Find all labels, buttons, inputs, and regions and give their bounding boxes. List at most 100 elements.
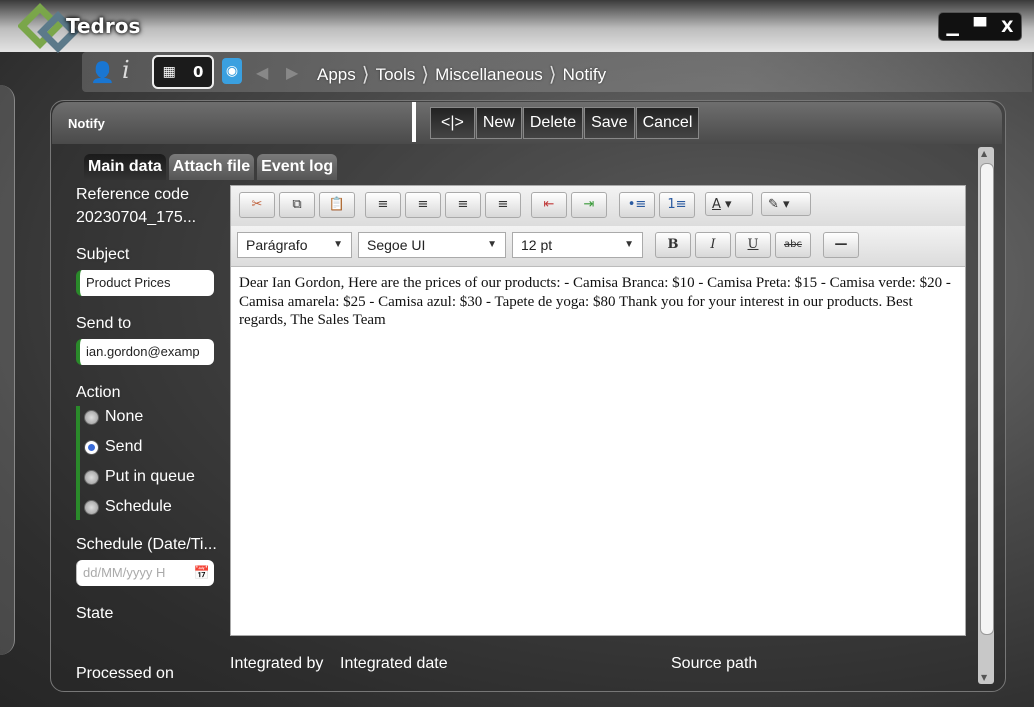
notification-count: 0 xyxy=(192,63,204,81)
schedule-input[interactable]: dd/MM/yyyy H 📅 xyxy=(76,560,214,586)
bold-icon[interactable]: B xyxy=(655,232,691,258)
window-controls: ▁ ▀ X xyxy=(938,12,1022,41)
vertical-scrollbar[interactable]: ▲ ▼ xyxy=(978,147,994,684)
tab-event-log[interactable]: Event log xyxy=(257,154,338,180)
radio-dot xyxy=(84,409,99,425)
radio-send-label: Send xyxy=(105,438,143,455)
user-icon[interactable]: 👤 xyxy=(90,60,115,84)
radio-send[interactable]: Send xyxy=(84,438,142,456)
cut-icon[interactable]: ✂ xyxy=(239,192,275,218)
editor-toolbar-row2: Parágrafo ▼ Segoe UI ▼ 12 pt ▼ B I U abc… xyxy=(231,226,965,267)
font-value: Segoe UI xyxy=(367,237,426,253)
paste-icon[interactable]: 📋 xyxy=(319,192,355,218)
save-button[interactable]: Save xyxy=(584,107,635,139)
reference-value: 20230704_175... xyxy=(76,209,197,226)
font-color-icon[interactable]: A ▾ xyxy=(705,192,753,216)
align-right-icon[interactable]: ≡ xyxy=(445,192,481,218)
schedule-label: Schedule (Date/Ti... xyxy=(76,536,217,553)
state-label: State xyxy=(76,605,114,622)
tab-bar: Main data Attach file Event log xyxy=(84,154,340,180)
editor-content[interactable]: Dear Ian Gordon, Here are the prices of … xyxy=(239,274,955,330)
panel-title: Notify xyxy=(68,116,105,131)
processed-label: Processed on xyxy=(76,665,174,682)
chevron-down-icon: ▼ xyxy=(487,239,497,250)
radio-none-label: None xyxy=(105,408,144,425)
cancel-button[interactable]: Cancel xyxy=(635,107,700,139)
radio-none[interactable]: None xyxy=(84,408,143,426)
font-select[interactable]: Segoe UI ▼ xyxy=(358,232,506,258)
integrated-by-label: Integrated by xyxy=(230,655,324,672)
align-justify-icon[interactable]: ≡ xyxy=(485,192,521,218)
radio-queue[interactable]: Put in queue xyxy=(84,468,195,486)
paragraph-value: Parágrafo xyxy=(246,237,308,253)
back-icon[interactable]: ◀ xyxy=(256,63,268,82)
radio-schedule[interactable]: Schedule xyxy=(84,498,172,516)
integrated-date-label: Integrated date xyxy=(340,655,448,672)
maximize-button[interactable]: ▀ xyxy=(974,17,986,36)
editor-toolbar-row1: ✂ ⧉ 📋 ≡ ≡ ≡ ≡ ⇤ ⇥ •≡ 1≡ A ▾ ✎ ▾ xyxy=(231,186,965,227)
radio-dot xyxy=(84,499,99,515)
side-drawer-edge xyxy=(0,85,15,655)
highlight-icon[interactable]: ✎ ▾ xyxy=(761,192,811,216)
action-label: Action xyxy=(76,384,121,401)
size-select[interactable]: 12 pt ▼ xyxy=(512,232,643,258)
underline-icon[interactable]: U xyxy=(735,232,771,258)
rich-text-editor: ✂ ⧉ 📋 ≡ ≡ ≡ ≡ ⇤ ⇥ •≡ 1≡ A ▾ ✎ ▾ Parágraf… xyxy=(230,185,966,636)
radio-dot xyxy=(84,469,99,485)
people-icon: ▦ xyxy=(162,64,176,80)
sendto-input[interactable]: ian.gordon@examp xyxy=(76,339,214,365)
new-button[interactable]: New xyxy=(475,107,522,139)
outdent-icon[interactable]: ⇤ xyxy=(531,192,567,218)
schedule-placeholder: dd/MM/yyyy H xyxy=(83,565,166,580)
numbered-list-icon[interactable]: 1≡ xyxy=(659,192,695,218)
info-icon[interactable]: i xyxy=(122,56,130,84)
breadcrumb: Apps ⟩ Tools ⟩ Miscellaneous ⟩ Notify xyxy=(317,62,606,87)
close-button[interactable]: X xyxy=(1001,17,1013,36)
sendto-label: Send to xyxy=(76,315,132,332)
breadcrumb-misc[interactable]: Miscellaneous xyxy=(435,65,543,85)
subject-input[interactable]: Product Prices xyxy=(76,270,214,296)
scrollbar-thumb[interactable] xyxy=(980,163,994,635)
tab-attach-file[interactable]: Attach file xyxy=(168,154,255,180)
scroll-down-icon[interactable]: ▼ xyxy=(981,673,987,682)
radio-schedule-label: Schedule xyxy=(105,498,172,515)
radio-queue-label: Put in queue xyxy=(105,468,195,485)
indent-icon[interactable]: ⇥ xyxy=(571,192,607,218)
size-value: 12 pt xyxy=(521,237,553,253)
breadcrumb-notify[interactable]: Notify xyxy=(563,65,606,85)
chevron-right-icon: ⟩ xyxy=(421,64,430,86)
paragraph-select[interactable]: Parágrafo ▼ xyxy=(237,232,352,258)
breadcrumb-tools[interactable]: Tools xyxy=(376,65,416,85)
tedros-app-icon[interactable]: ◉ xyxy=(222,58,242,84)
toggle-button[interactable]: <|> xyxy=(430,107,475,139)
reference-label: Reference code xyxy=(76,186,189,203)
chevron-right-icon: ⟩ xyxy=(548,64,557,86)
title-bar xyxy=(0,0,1034,52)
align-left-icon[interactable]: ≡ xyxy=(365,192,401,218)
horizontal-rule-icon[interactable]: — xyxy=(823,232,859,258)
subject-label: Subject xyxy=(76,246,130,263)
bullet-list-icon[interactable]: •≡ xyxy=(619,192,655,218)
align-center-icon[interactable]: ≡ xyxy=(405,192,441,218)
source-path-label: Source path xyxy=(671,655,758,672)
delete-button[interactable]: Delete xyxy=(522,107,584,139)
nav-bar: 👤 i ▦ 0 ◉ ◀ ▶ Apps ⟩ Tools ⟩ Miscellaneo… xyxy=(82,52,1032,92)
notifications-button[interactable]: ▦ 0 xyxy=(152,55,214,89)
minimize-button[interactable]: ▁ xyxy=(947,17,959,36)
action-radio-group: None Send Put in queue Schedule xyxy=(76,406,220,520)
strikethrough-icon[interactable]: abc xyxy=(775,232,811,258)
chevron-right-icon: ⟩ xyxy=(361,64,370,86)
app-title: Tedros xyxy=(66,14,141,38)
tab-main-data[interactable]: Main data xyxy=(84,154,166,180)
header-divider xyxy=(412,102,416,142)
forward-icon[interactable]: ▶ xyxy=(286,63,298,82)
calendar-icon[interactable]: 📅 xyxy=(194,560,210,586)
chevron-down-icon: ▼ xyxy=(333,239,343,250)
italic-icon[interactable]: I xyxy=(695,232,731,258)
panel-toolbar: <|> New Delete Save Cancel xyxy=(430,107,700,139)
copy-icon[interactable]: ⧉ xyxy=(279,192,315,218)
scroll-up-icon[interactable]: ▲ xyxy=(981,149,987,158)
chevron-down-icon: ▼ xyxy=(624,239,634,250)
breadcrumb-apps[interactable]: Apps xyxy=(317,65,356,85)
radio-dot-selected xyxy=(84,439,99,455)
